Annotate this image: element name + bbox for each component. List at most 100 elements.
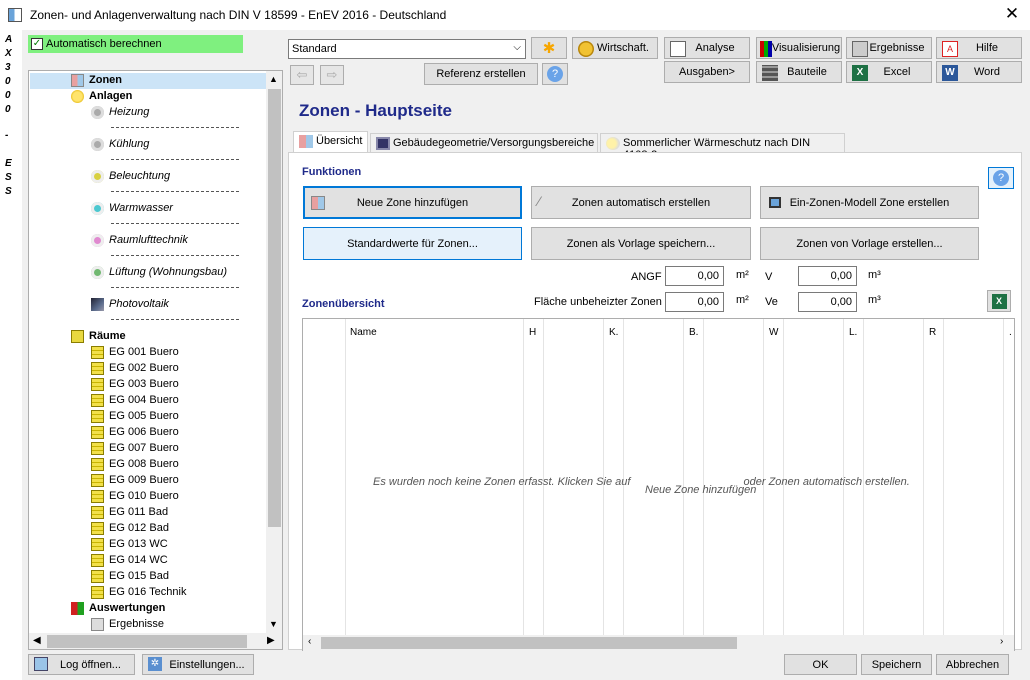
gear-heating-icon <box>91 106 104 119</box>
standardwerte-button[interactable]: Standardwerte für Zonen... <box>303 227 522 260</box>
vorlage-erstellen-button[interactable]: Zonen von Vorlage erstellen... <box>760 227 979 260</box>
unbeheizt-field[interactable]: 0,00 <box>665 292 724 312</box>
scroll-down-icon[interactable]: ▼ <box>269 619 278 629</box>
close-button[interactable]: ✕ <box>1002 4 1022 24</box>
log-oeffnen-button[interactable]: Log öffnen... <box>28 654 135 675</box>
room-icon <box>91 378 104 391</box>
separator <box>111 191 239 192</box>
tree-node-label: EG 003 Buero <box>109 378 179 390</box>
column-header-r[interactable]: R <box>929 327 936 338</box>
zonen-automatisch-button[interactable]: ⁄ Zonen automatisch erstellen <box>531 186 751 219</box>
tree-node-label: EG 005 Buero <box>109 410 179 422</box>
tab-label: Übersicht <box>316 135 363 147</box>
room-icon <box>91 458 104 471</box>
einstellungen-button[interactable]: ✲ Einstellungen... <box>142 654 254 675</box>
help-button[interactable]: ? <box>542 63 568 85</box>
column-header-b[interactable]: B. <box>689 327 698 338</box>
excel-icon: X <box>991 293 1007 309</box>
caption-char: 3 <box>5 62 11 73</box>
scroll-left-icon[interactable]: ◀ <box>33 635 41 646</box>
back-button[interactable]: ⇦ <box>290 65 314 85</box>
scroll-right-icon[interactable]: › <box>1000 636 1003 647</box>
column-header-w[interactable]: W <box>769 327 778 338</box>
button-label: Ein-Zonen-Modell Zone erstellen <box>789 196 950 209</box>
ergebnisse-button[interactable]: Ergebnisse <box>846 37 932 59</box>
ve-label: Ve <box>765 296 778 308</box>
chevron-down-icon: ⌵ <box>513 42 521 53</box>
analyse-button[interactable]: Analyse <box>664 37 750 59</box>
unbeheizt-label: Fläche unbeheizter Zonen <box>534 296 662 308</box>
scroll-right-icon[interactable]: ▶ <box>267 635 275 646</box>
settings-icon: ✲ <box>148 657 164 673</box>
button-label: Ausgaben> <box>679 66 735 78</box>
checkbox-check-icon[interactable]: ✓ <box>31 38 43 50</box>
column-header-h[interactable]: H <box>529 327 536 338</box>
grid-horizontal-scrollbar[interactable]: ‹ › <box>303 635 1014 651</box>
funktionen-help-button[interactable]: ? <box>988 167 1014 189</box>
column-header-l[interactable]: L. <box>849 327 857 338</box>
room-icon <box>91 570 104 583</box>
tree-selection-highlight <box>30 73 266 89</box>
v-label: V <box>765 271 773 283</box>
tree-node-label: Anlagen <box>89 90 133 102</box>
question-icon: ? <box>993 170 1009 186</box>
caption-char: 0 <box>5 90 11 101</box>
referenz-erstellen-button[interactable]: Referenz erstellen <box>424 63 538 85</box>
document-analysis-icon <box>670 41 686 57</box>
room-icon <box>91 394 104 407</box>
sun-button[interactable]: ✱ <box>531 37 567 59</box>
room-icon <box>91 442 104 455</box>
tree-node-label: EG 002 Buero <box>109 362 179 374</box>
separator <box>111 223 239 224</box>
tab-sommerlicher-waermeschutz[interactable]: Sommerlicher Wärmeschutz nach DIN 4108-2 <box>600 133 845 161</box>
export-excel-button[interactable]: X <box>987 290 1011 312</box>
ausgaben-button[interactable]: Ausgaben> <box>664 61 750 83</box>
tree-horizontal-scrollbar[interactable]: ◀ ▶ <box>29 633 282 649</box>
arrow-right-icon: ⇨ <box>326 67 338 82</box>
column-header-name[interactable]: Name <box>350 327 377 338</box>
separator <box>111 159 239 160</box>
excel-button[interactable]: X Excel <box>846 61 932 83</box>
profile-select[interactable]: Standard ⌵ <box>288 39 526 59</box>
arrow-left-icon: ⇦ <box>296 67 308 82</box>
tab-uebersicht[interactable]: Übersicht <box>293 131 368 153</box>
vorlage-speichern-button[interactable]: Zonen als Vorlage speichern... <box>531 227 751 260</box>
tree-node-label: Räume <box>89 330 126 342</box>
ok-button[interactable]: OK <box>784 654 857 675</box>
bauteile-button[interactable]: Bauteile <box>756 61 842 83</box>
visualisierung-button[interactable]: Visualisierung <box>756 37 842 59</box>
scroll-thumb[interactable] <box>321 637 737 649</box>
room-icon <box>91 490 104 503</box>
scroll-up-icon[interactable]: ▲ <box>269 74 278 84</box>
column-header-more[interactable]: . <box>1009 327 1012 338</box>
hilfe-button[interactable]: A Hilfe <box>936 37 1022 59</box>
tree-vertical-scrollbar[interactable]: ▲ ▼ <box>266 71 282 633</box>
ein-zonen-modell-button[interactable]: Ein-Zonen-Modell Zone erstellen <box>760 186 979 219</box>
angf-field[interactable]: 0,00 <box>665 266 724 286</box>
scroll-thumb[interactable] <box>47 635 247 648</box>
v-field[interactable]: 0,00 <box>798 266 857 286</box>
wirtschaft-button[interactable]: Wirtschaft. <box>572 37 658 59</box>
neue-zone-button[interactable]: Neue Zone hinzufügen <box>303 186 522 219</box>
speichern-button[interactable]: Speichern <box>861 654 932 675</box>
column-header-k[interactable]: K. <box>609 327 618 338</box>
room-icon <box>91 538 104 551</box>
ve-field[interactable]: 0,00 <box>798 292 857 312</box>
navigation-tree[interactable]: Zonen Anlagen Heizung Kühlung Beleuchtun… <box>28 70 283 650</box>
tree-node-label: Beleuchtung <box>109 170 171 182</box>
excel-icon: X <box>852 65 868 81</box>
zonenuebersicht-heading: Zonenübersicht <box>302 298 385 310</box>
scroll-left-icon[interactable]: ‹ <box>308 636 311 647</box>
scroll-thumb[interactable] <box>268 89 281 527</box>
gear-water-icon <box>91 202 104 215</box>
empty-message-link[interactable]: Neue Zone hinzufügen <box>645 484 756 496</box>
zones-icon <box>71 74 84 87</box>
tab-gebaeudegeometrie[interactable]: Gebäudegeometrie/Versorgungsbereiche <box>370 133 598 153</box>
auto-calculate-checkbox[interactable]: ✓ Automatisch berechnen <box>28 35 243 53</box>
forward-button[interactable]: ⇨ <box>320 65 344 85</box>
button-label: OK <box>812 658 829 671</box>
abbrechen-button[interactable]: Abbrechen <box>936 654 1009 675</box>
room-icon <box>91 346 104 359</box>
tree-node-label: EG 016 Technik <box>109 586 187 598</box>
word-button[interactable]: W Word <box>936 61 1022 83</box>
